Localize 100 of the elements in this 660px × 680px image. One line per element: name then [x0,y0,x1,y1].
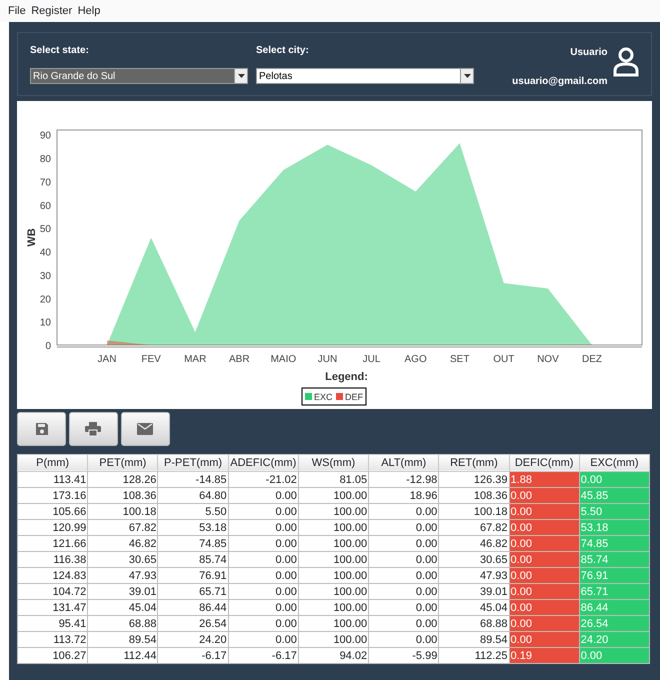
table-cell: 0.00 [228,568,298,584]
table-cell: 0.00 [368,536,439,552]
email-button[interactable] [120,412,170,446]
save-icon [34,422,48,436]
table-cell: 0.00 [509,616,580,632]
y-tick-label: 90 [40,130,51,142]
y-tick-label: 10 [40,318,51,329]
table-cell: 95.41 [18,616,88,632]
table-cell: 0.00 [228,616,298,632]
field-label: Select city: [256,44,310,58]
x-tick-label: ABR [229,354,250,365]
dropdown[interactable]: Rio Grande do Sul [30,68,248,84]
table-cell: 0.00 [368,632,439,648]
column-header[interactable]: WS(mm) [298,454,369,472]
table-cell: 0.00 [228,488,298,504]
table-cell: 5.50 [158,504,228,520]
table-cell: -5.99 [368,648,439,664]
x-tick-label: JAN [98,354,116,365]
y-tick-label: 60 [40,200,51,212]
dropdown[interactable]: Pelotas [256,68,474,84]
legend-label: EXC [314,392,333,402]
table-cell: 113.41 [18,472,88,488]
table-cell: 105.66 [18,504,88,520]
table-cell: 100.00 [298,616,369,632]
table-cell: 89.54 [88,632,158,648]
table-cell: 74.85 [158,536,228,552]
y-tick-label: 40 [40,248,51,259]
table-cell: 0.00 [368,552,439,568]
column-header[interactable]: ADEFIC(mm) [228,454,298,472]
table-cell: 112.25 [438,648,510,664]
table-cell: -12.98 [368,472,439,488]
table-cell: 89.54 [438,632,510,648]
table-cell: 100.00 [298,504,369,520]
table-cell: 0.00 [368,584,439,600]
table-cell: 100.00 [298,552,369,568]
y-axis-label: WB [26,228,38,247]
menu-item[interactable]: File [8,0,26,22]
user-icon[interactable] [613,47,639,77]
table-cell: 0.00 [228,504,298,520]
table-cell: 120.99 [18,520,88,536]
table-cell: 116.38 [18,552,88,568]
table-cell: 0.00 [509,504,580,520]
menu-item[interactable]: Register [31,0,72,22]
table-cell: 65.71 [158,584,228,600]
x-tick-label: OUT [493,354,514,365]
table-cell: 45.04 [88,600,158,616]
table-cell: 46.82 [88,536,158,552]
table-cell: 76.91 [579,568,650,584]
table-cell: -6.17 [158,648,228,664]
menu-item[interactable]: Help [78,0,100,22]
table-cell: 100.00 [298,632,369,648]
table-cell: 0.00 [368,520,439,536]
y-tick-label: 30 [40,270,51,282]
table-cell: 85.74 [579,552,650,568]
table-cell: 18.96 [368,488,439,504]
column-header[interactable]: DEFIC(mm) [509,454,580,472]
x-tick-label: NOV [537,354,559,365]
table-cell: 0.00 [579,472,650,488]
table-cell: 45.04 [438,600,510,616]
y-tick-label: 0 [45,341,51,352]
table-cell: 0.00 [509,488,580,504]
table-cell: 113.72 [18,632,88,648]
table-cell: 100.00 [298,488,369,504]
y-tick-label: 70 [40,177,51,188]
column-header[interactable]: PET(mm) [88,454,158,472]
table-cell: 0.00 [368,568,439,584]
table-cell: 0.00 [228,520,298,536]
caret-icon [464,74,470,78]
table-cell: 0.00 [228,632,298,648]
x-tick-label: FEV [141,354,161,365]
table-cell: 100.00 [298,536,369,552]
table-cell: 85.74 [158,552,228,568]
table-cell: 68.88 [88,616,158,632]
x-tick-label: AGO [404,354,427,365]
x-tick-label: JUL [362,354,380,365]
legend-label: DEF [345,392,363,402]
table-cell: 0.00 [228,536,298,552]
table-cell: 26.54 [579,616,650,632]
table-cell: 128.26 [88,472,158,488]
column-header[interactable]: EXC(mm) [579,454,650,472]
table-cell: 74.85 [579,536,650,552]
table-cell: 108.36 [88,488,158,504]
table-cell: 104.72 [18,584,88,600]
table-cell: 5.50 [579,504,650,520]
column-header[interactable]: RET(mm) [438,454,510,472]
table-cell: 86.44 [158,600,228,616]
column-header[interactable]: P(mm) [18,454,88,472]
table-cell: 1.88 [509,472,580,488]
column-header[interactable]: ALT(mm) [368,454,439,472]
table-cell: 0.00 [509,568,580,584]
table-cell: -6.17 [228,648,298,664]
table-cell: 67.82 [88,520,158,536]
table-cell: 53.18 [579,520,650,536]
table-cell: 67.82 [438,520,510,536]
table-cell: 100.00 [298,600,369,616]
table-cell: 94.02 [298,648,369,664]
save-button[interactable] [17,412,66,446]
table-cell: 0.00 [368,504,439,520]
print-button[interactable] [68,412,118,446]
column-header[interactable]: P-PET(mm) [158,454,228,472]
